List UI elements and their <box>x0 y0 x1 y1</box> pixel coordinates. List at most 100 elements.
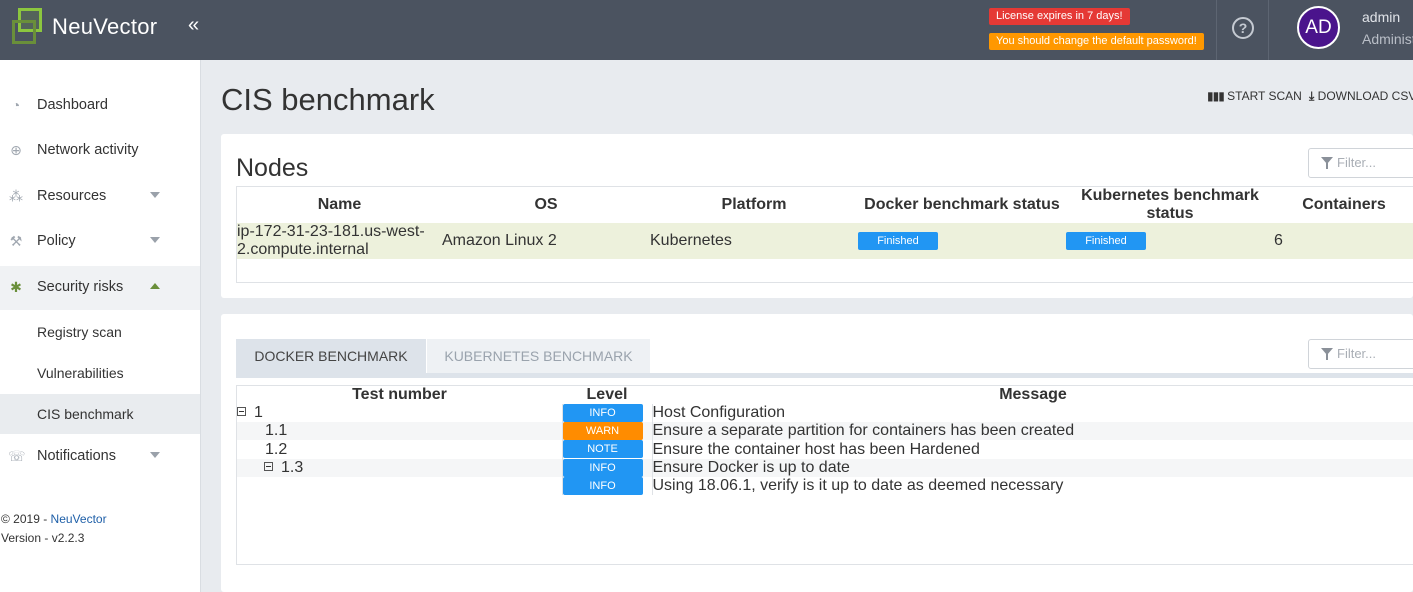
test-number: 1 <box>254 404 263 422</box>
table-row[interactable]: INFO Using 18.06.1, verify is it up to d… <box>237 476 1413 496</box>
table-row[interactable]: 1.2 NOTE Ensure the container host has b… <box>237 440 1413 459</box>
sidebar-item-dashboard[interactable]: ◔ Dashboard <box>0 84 200 128</box>
start-scan-label: START SCAN <box>1227 89 1302 103</box>
sidebar: ◔ Dashboard ⊕ Network activity ⁂ Resourc… <box>0 60 201 592</box>
test-number-cell: 1.1 <box>237 422 563 441</box>
node-os: Amazon Linux 2 <box>442 223 650 259</box>
level-cell: INFO <box>562 476 653 496</box>
sidebar-item-policy[interactable]: ⚒ Policy <box>0 220 200 264</box>
message-cell: Ensure the container host has been Harde… <box>652 440 1413 459</box>
chevron-down-icon <box>150 452 160 458</box>
column-header-platform[interactable]: Platform <box>650 187 858 223</box>
notifications-icon: ☏ <box>8 448 26 464</box>
level-badge: INFO <box>562 458 643 477</box>
benchmark-filter[interactable] <box>1308 339 1413 369</box>
column-header-name[interactable]: Name <box>237 187 442 223</box>
collapse-sidebar-icon[interactable]: « <box>188 14 199 37</box>
column-header-docker-status[interactable]: Docker benchmark status <box>858 187 1066 223</box>
sidebar-item-label: Dashboard <box>37 97 108 113</box>
test-number-cell: 1.3 <box>237 458 563 477</box>
level-cell: NOTE <box>562 440 653 459</box>
level-badge: INFO <box>562 404 643 422</box>
user-name[interactable]: admin <box>1362 9 1400 25</box>
node-name: ip-172-31-23-181.us-west-2.compute.inter… <box>237 223 442 259</box>
tab-kubernetes-benchmark[interactable]: KUBERNETES BENCHMARK <box>427 339 650 373</box>
license-expiry-badge[interactable]: License expires in 7 days! <box>989 8 1130 25</box>
copyright-text: © 2019 - <box>1 512 48 526</box>
test-number: 1.2 <box>265 440 288 458</box>
sidebar-item-label: Network activity <box>37 142 139 158</box>
version-text: Version - v2.2.3 <box>1 531 85 545</box>
page-title: CIS benchmark <box>221 82 435 117</box>
sidebar-item-label: Resources <box>37 188 107 204</box>
docker-status-cell: Finished <box>858 223 1066 259</box>
column-header-message[interactable]: Message <box>652 386 1413 404</box>
message-cell: Host Configuration <box>652 404 1413 423</box>
sidebar-subitem-label: Registry scan <box>37 324 122 340</box>
sidebar-item-security-risks[interactable]: ✱ Security risks <box>0 266 200 310</box>
benchmark-table: Test number Level Message 1 INFO Host Co… <box>236 385 1413 565</box>
k8s-status-cell: Finished <box>1066 223 1274 259</box>
chevron-up-icon <box>150 283 160 289</box>
nodes-filter-input[interactable] <box>1337 155 1413 170</box>
tab-docker-benchmark[interactable]: DOCKER BENCHMARK <box>236 339 426 373</box>
collapse-icon[interactable] <box>264 462 273 472</box>
table-row[interactable]: 1 INFO Host Configuration <box>237 404 1413 423</box>
column-header-os[interactable]: OS <box>442 187 650 223</box>
column-header-k8s-status[interactable]: Kubernetes benchmark status <box>1066 187 1274 223</box>
table-header-row: Test number Level Message <box>237 386 1413 404</box>
nodes-card: Nodes Name OS Platform Docker benchmark … <box>221 134 1413 298</box>
test-number-cell <box>237 476 563 496</box>
nodes-filter[interactable] <box>1308 148 1413 178</box>
test-number: 1.1 <box>265 422 288 440</box>
sidebar-subitem-registry-scan[interactable]: Registry scan <box>0 312 200 352</box>
resources-icon: ⁂ <box>9 188 23 204</box>
nodes-table: Name OS Platform Docker benchmark status… <box>236 186 1413 283</box>
sidebar-item-resources[interactable]: ⁂ Resources <box>0 175 200 219</box>
level-badge: WARN <box>562 422 643 441</box>
download-csv-button[interactable]: ⤓ DOWNLOAD CSV <box>1309 89 1413 104</box>
level-cell: INFO <box>562 458 653 477</box>
default-password-badge[interactable]: You should change the default password! <box>989 33 1204 50</box>
neuvector-link[interactable]: NeuVector <box>51 512 107 526</box>
user-role: Administ <box>1362 31 1413 47</box>
sidebar-subitem-cis-benchmark[interactable]: CIS benchmark <box>0 394 200 434</box>
avatar[interactable]: AD <box>1297 6 1340 49</box>
column-header-test-number[interactable]: Test number <box>237 386 562 404</box>
sidebar-item-network-activity[interactable]: ⊕ Network activity <box>0 129 200 173</box>
node-containers: 6 <box>1274 223 1413 259</box>
sidebar-subitem-vulnerabilities[interactable]: Vulnerabilities <box>0 353 200 393</box>
nodes-title: Nodes <box>236 154 309 182</box>
help-icon[interactable]: ? <box>1232 17 1254 39</box>
level-badge: INFO <box>562 476 643 495</box>
table-row[interactable]: 1.3 INFO Ensure Docker is up to date <box>237 458 1413 477</box>
level-badge: NOTE <box>562 440 643 459</box>
divider <box>1268 0 1269 60</box>
table-header-row: Name OS Platform Docker benchmark status… <box>237 187 1413 223</box>
neuvector-logo-icon[interactable] <box>12 8 48 44</box>
message-cell: Ensure Docker is up to date <box>652 458 1413 477</box>
bug-icon: ✱ <box>10 279 22 295</box>
sidebar-item-notifications[interactable]: ☏ Notifications <box>0 435 200 479</box>
start-scan-button[interactable]: ▮▮▮ START SCAN <box>1207 89 1302 103</box>
collapse-icon[interactable] <box>237 407 246 417</box>
benchmark-filter-input[interactable] <box>1337 346 1413 361</box>
chevron-down-icon <box>150 237 160 243</box>
dashboard-icon: ◔ <box>11 97 21 113</box>
copyright: © 2019 - NeuVector <box>1 512 107 526</box>
chevron-down-icon <box>150 192 160 198</box>
table-row[interactable]: ip-172-31-23-181.us-west-2.compute.inter… <box>237 223 1413 259</box>
top-bar: NeuVector « License expires in 7 days! Y… <box>0 0 1413 60</box>
download-icon: ⤓ <box>1309 89 1315 103</box>
policy-icon: ⚒ <box>9 233 23 249</box>
column-header-containers[interactable]: Containers <box>1274 187 1413 223</box>
scan-icon: ▮▮▮ <box>1207 89 1225 103</box>
test-number-cell: 1 <box>237 404 563 423</box>
test-number-cell: 1.2 <box>237 440 563 459</box>
benchmark-card: DOCKER BENCHMARK KUBERNETES BENCHMARK Te… <box>221 314 1413 592</box>
column-header-level[interactable]: Level <box>562 386 652 404</box>
table-row[interactable]: 1.1 WARN Ensure a separate partition for… <box>237 422 1413 441</box>
test-number: 1.3 <box>281 458 304 476</box>
sidebar-item-label: Policy <box>37 233 76 249</box>
sidebar-item-label: Notifications <box>37 448 116 464</box>
